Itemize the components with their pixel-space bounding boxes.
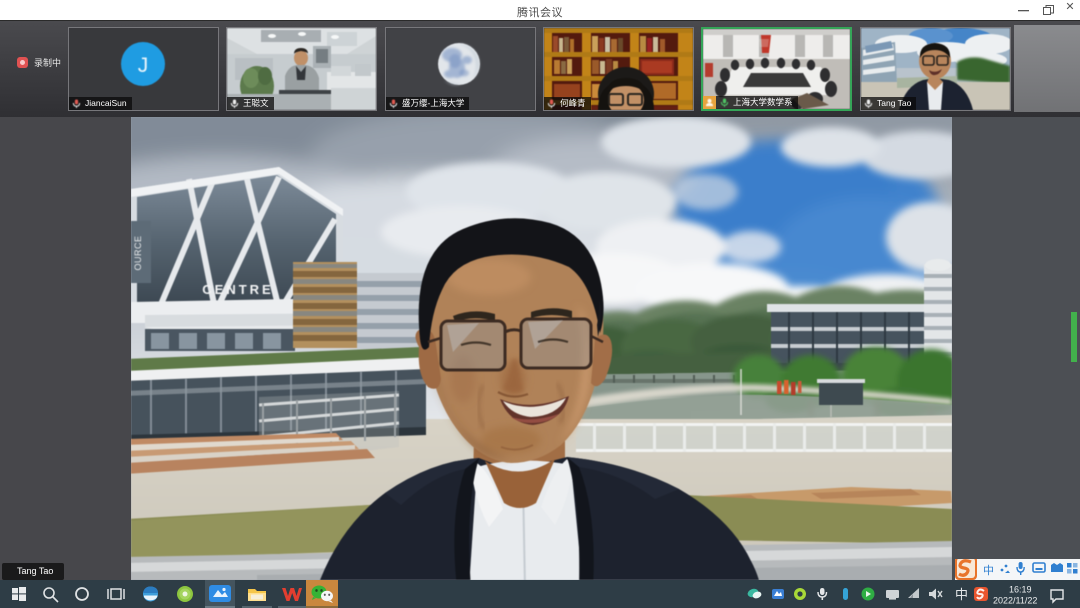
svg-text:CENTRE: CENTRE [202,282,273,297]
svg-text:OURCE: OURCE [133,235,143,270]
svg-text:16:19: 16:19 [1009,585,1032,595]
svg-text:2022/11/22: 2022/11/22 [993,596,1037,606]
svg-text:中: 中 [983,564,994,577]
svg-text:中: 中 [955,587,968,602]
svg-text:J: J [138,54,149,77]
